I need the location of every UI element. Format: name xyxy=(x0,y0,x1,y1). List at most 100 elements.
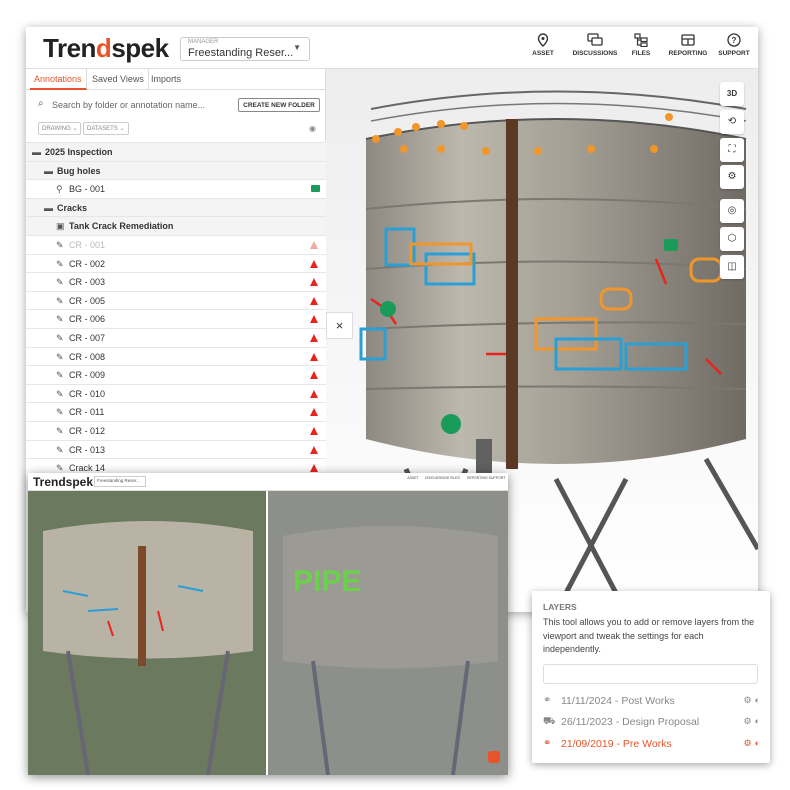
row-label: CR - 002 xyxy=(69,258,106,269)
rotate-icon[interactable]: ⟲ xyxy=(720,110,744,134)
annotation-row[interactable]: ✎ CR - 006 xyxy=(26,309,326,328)
annotation-row[interactable]: ✎ CR - 005 xyxy=(26,290,326,310)
annotation-row[interactable]: ▣ Tank Crack Remediation xyxy=(26,216,326,235)
warning-icon xyxy=(310,278,318,287)
annotation-row[interactable]: ✎ CR - 007 xyxy=(26,327,326,347)
manager-select[interactable]: MANAGER Freestanding Reser... ▼ xyxy=(180,37,310,61)
pin-icon: ⚲ xyxy=(56,184,63,195)
folder-row[interactable]: ▬ 2025 Inspection xyxy=(26,142,326,161)
layer-settings-icon[interactable]: ⚙◐ xyxy=(743,695,763,706)
inset-nav-files: FILES xyxy=(450,476,460,480)
warning-icon xyxy=(310,464,318,473)
layer-settings-icon[interactable]: ⚙◐ xyxy=(743,716,763,727)
layer-settings-icon[interactable]: ⚙◐ xyxy=(743,738,763,749)
row-label: CR - 007 xyxy=(69,332,106,343)
row-label: CR - 006 xyxy=(69,314,106,325)
visibility-eye-icon[interactable]: ◉ xyxy=(309,124,316,133)
annotation-list: ▬ 2025 Inspection ▬ Bug holes ⚲ BG - 001 ▬ Crac… xyxy=(26,142,326,477)
layer-label: 26/11/2023 - Design Proposal xyxy=(561,716,700,728)
warning-icon xyxy=(310,240,318,249)
row-label: Cracks xyxy=(57,202,88,213)
create-new-folder-button[interactable]: CREATE NEW FOLDER xyxy=(238,98,320,112)
warning-icon xyxy=(310,389,318,398)
annotation-row[interactable]: ✎ CR - 012 xyxy=(26,420,326,440)
warning-icon xyxy=(310,333,318,342)
layer-label: 21/09/2019 - Pre Works xyxy=(561,738,672,750)
svg-text:PIPE: PIPE xyxy=(293,565,361,598)
inset-top-bar: Trendspek Freestanding Reser... ASSET DI… xyxy=(28,473,508,491)
row-label: CR - 009 xyxy=(69,370,106,381)
filter-datasets[interactable]: DATASETS ⌄ xyxy=(83,122,129,135)
row-label: CR - 012 xyxy=(69,425,106,436)
annotation-row[interactable]: ✎ CR - 013 xyxy=(26,439,326,459)
svg-text:?: ? xyxy=(732,36,737,45)
annotation-row[interactable]: ✎ CR - 008 xyxy=(26,346,326,366)
line-icon: ✎ xyxy=(56,351,64,362)
line-icon: ✎ xyxy=(56,370,64,381)
warning-icon xyxy=(310,371,318,380)
layers-panel: LAYERS This tool allows you to add or re… xyxy=(532,591,770,763)
search-icon: ⌕ xyxy=(38,98,44,109)
logo: Trendspek xyxy=(43,33,169,63)
settings-gear-icon[interactable]: ⚙ xyxy=(720,165,744,189)
tab-saved-views[interactable]: Saved Views xyxy=(88,69,149,90)
close-panel-button[interactable]: × xyxy=(326,312,353,339)
line-icon: ✎ xyxy=(56,388,64,399)
row-label: CR - 005 xyxy=(69,295,106,306)
discussions-icon xyxy=(587,33,603,46)
line-icon: ✎ xyxy=(56,295,64,306)
inset-dual-render: PIPE xyxy=(28,491,508,775)
nav-reporting[interactable]: REPORTING xyxy=(663,33,713,57)
focus-icon[interactable]: ◎ xyxy=(720,199,744,223)
annotation-row[interactable]: ✎ CR - 003 xyxy=(26,272,326,291)
filter-drawing[interactable]: DRAWING ⌄ xyxy=(38,122,82,135)
manager-caption: MANAGER xyxy=(188,39,219,45)
split-view-icon[interactable]: ◫ xyxy=(720,255,744,279)
layer-icon: ⚭ xyxy=(543,695,552,706)
layer-item[interactable]: ⛟ 26/11/2023 - Design Proposal ⚙◐ xyxy=(543,716,763,730)
row-label: CR - 003 xyxy=(69,277,106,288)
fullscreen-icon[interactable]: ⛶ xyxy=(720,138,744,162)
warning-icon xyxy=(310,259,318,268)
row-label: CR - 011 xyxy=(69,407,105,418)
folder-icon: ▬ xyxy=(44,202,53,213)
warning-icon xyxy=(310,445,318,454)
group-icon: ▣ xyxy=(56,221,65,232)
annotation-row[interactable]: ✎ CR - 002 xyxy=(26,253,326,273)
files-icon xyxy=(634,33,648,47)
search-input[interactable]: Search by folder or annotation name... xyxy=(52,100,205,110)
line-icon: ✎ xyxy=(56,332,64,343)
annotation-row[interactable]: ✎ CR - 009 xyxy=(26,365,326,384)
warning-icon xyxy=(310,426,318,435)
tab-imports[interactable]: Imports xyxy=(147,69,185,90)
layer-item[interactable]: ⚭ 11/11/2024 - Post Works ⚙◐ xyxy=(543,695,763,709)
nav-asset[interactable]: ASSET xyxy=(518,33,568,57)
line-icon: ✎ xyxy=(56,314,64,325)
row-label: Tank Crack Remediation xyxy=(69,221,174,232)
row-label: CR - 010 xyxy=(69,388,106,399)
view-3d-button[interactable]: 3D xyxy=(720,82,744,106)
annotation-row[interactable]: ✎ CR - 001 xyxy=(26,234,326,254)
annotation-row[interactable]: ⚲ BG - 001 xyxy=(26,179,326,198)
chevron-down-icon: ▼ xyxy=(293,43,301,52)
layers-heading: LAYERS xyxy=(543,602,577,612)
layer-search-input[interactable] xyxy=(543,664,758,684)
nav-support[interactable]: ? SUPPORT xyxy=(709,33,758,57)
line-icon: ✎ xyxy=(56,444,64,455)
folder-row[interactable]: ▬ Bug holes xyxy=(26,160,326,180)
layer-icon: ⚭ xyxy=(543,738,552,749)
folder-icon: ▬ xyxy=(32,147,41,157)
inset-nav-reporting: REPORTING xyxy=(467,476,488,480)
annotation-row[interactable]: ✎ CR - 010 xyxy=(26,383,326,403)
row-label: Bug holes xyxy=(57,165,101,176)
nav-files[interactable]: FILES xyxy=(616,33,666,57)
nav-discussions[interactable]: DISCUSSIONS xyxy=(567,33,623,57)
folder-row[interactable]: ▬ Cracks xyxy=(26,197,326,217)
layer-item-active[interactable]: ⚭ 21/09/2019 - Pre Works ⚙◐ xyxy=(543,738,763,752)
inset-nav-discussions: DISCUSSIONS xyxy=(425,476,450,480)
inset-nav-support: SUPPORT xyxy=(488,476,506,480)
cube-icon[interactable]: ⬡ xyxy=(720,227,744,251)
row-label: BG - 001 xyxy=(69,184,106,195)
tab-annotations[interactable]: Annotations xyxy=(30,69,87,90)
annotation-row[interactable]: ✎ CR - 011 xyxy=(26,402,326,421)
